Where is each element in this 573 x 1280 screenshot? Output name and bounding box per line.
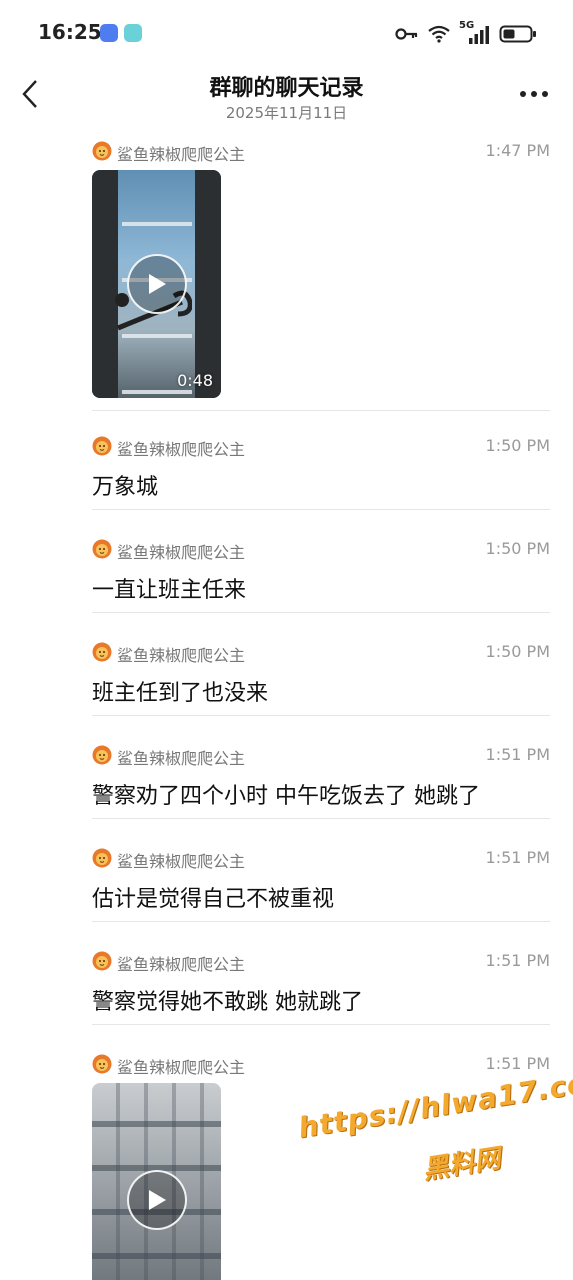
app-badge-book-icon — [124, 24, 142, 42]
video-thumbnail[interactable] — [92, 1083, 221, 1280]
message-time: 1:51 PM — [485, 745, 550, 764]
network-label: 5G — [459, 20, 475, 31]
app-badge-blue-icon — [100, 24, 118, 42]
message-time: 1:50 PM — [485, 539, 550, 558]
message-time: 1:51 PM — [485, 951, 550, 970]
wifi-icon — [427, 25, 451, 43]
sender-name: 鲨鱼辣椒爬爬公主 — [117, 749, 246, 768]
message-time: 1:51 PM — [485, 1054, 550, 1073]
message-text: 警察觉得她不敢跳 她就跳了 — [92, 990, 363, 1015]
message-item: 鲨鱼辣椒爬爬公主 1:51 PM 估计是觉得自己不被重视 — [92, 847, 550, 917]
video-thumbnail[interactable]: 0:48 — [92, 170, 221, 398]
divider — [92, 509, 550, 510]
page-title: 群聊的聊天记录 — [209, 76, 364, 101]
sender-name: 鲨鱼辣椒爬爬公主 — [117, 543, 246, 562]
message-time: 1:50 PM — [485, 642, 550, 661]
divider — [92, 1024, 550, 1025]
avatar-lion-icon — [92, 1054, 112, 1074]
play-button[interactable] — [127, 1170, 187, 1230]
avatar-lion-icon — [92, 141, 112, 161]
avatar-lion-icon — [92, 539, 112, 559]
message-item: 鲨鱼辣椒爬爬公主 1:50 PM 万象城 — [92, 435, 550, 505]
more-dots-icon — [520, 91, 548, 97]
sender-name: 鲨鱼辣椒爬爬公主 — [117, 1058, 246, 1077]
message-text: 班主任到了也没来 — [92, 681, 269, 706]
avatar-lion-icon — [92, 642, 112, 662]
sender-name: 鲨鱼辣椒爬爬公主 — [117, 646, 246, 665]
status-bar: 16:25 5G — [0, 0, 573, 66]
message-text: 警察劝了四个小时 中午吃饭去了 她跳了 — [92, 784, 480, 809]
sender-name: 鲨鱼辣椒爬爬公主 — [117, 955, 246, 974]
divider — [92, 921, 550, 922]
message-item: 鲨鱼辣椒爬爬公主 1:51 PM 警察劝了四个小时 中午吃饭去了 她跳了 — [92, 744, 550, 814]
status-time: 16:25 — [38, 20, 102, 44]
key-icon — [395, 27, 419, 41]
status-icons: 5G — [395, 20, 537, 46]
message-text: 万象城 — [92, 475, 159, 500]
message-text: 一直让班主任来 — [92, 578, 247, 603]
signal-5g-icon: 5G — [459, 20, 491, 45]
message-item: 鲨鱼辣椒爬爬公主 1:50 PM 一直让班主任来 — [92, 538, 550, 608]
sender-name: 鲨鱼辣椒爬爬公主 — [117, 440, 246, 459]
page-date: 2025年11月11日 — [225, 104, 348, 122]
chat-history-header: 群聊的聊天记录 2025年11月11日 — [0, 64, 573, 134]
play-icon — [149, 1190, 166, 1210]
message-item: 鲨鱼辣椒爬爬公主 1:51 PM 警察觉得她不敢跳 她就跳了 — [92, 950, 550, 1020]
divider — [92, 818, 550, 819]
avatar-lion-icon — [92, 848, 112, 868]
divider — [92, 612, 550, 613]
avatar-lion-icon — [92, 951, 112, 971]
more-options-button[interactable] — [517, 80, 551, 108]
message-item: 鲨鱼辣椒爬爬公主 1:47 PM 0:48 — [92, 140, 550, 402]
divider — [92, 715, 550, 716]
avatar-lion-icon — [92, 436, 112, 456]
message-time: 1:50 PM — [485, 436, 550, 455]
video-duration: 0:48 — [177, 371, 213, 390]
message-time: 1:47 PM — [485, 141, 550, 160]
message-item: 鲨鱼辣椒爬爬公主 1:50 PM 班主任到了也没来 — [92, 641, 550, 711]
divider — [92, 410, 550, 411]
avatar-lion-icon — [92, 745, 112, 765]
sender-name: 鲨鱼辣椒爬爬公主 — [117, 145, 246, 164]
play-icon — [149, 274, 166, 294]
play-button[interactable] — [127, 254, 187, 314]
sender-name: 鲨鱼辣椒爬爬公主 — [117, 852, 246, 871]
battery-icon — [499, 24, 537, 44]
message-text: 估计是觉得自己不被重视 — [92, 887, 335, 912]
message-time: 1:51 PM — [485, 848, 550, 867]
